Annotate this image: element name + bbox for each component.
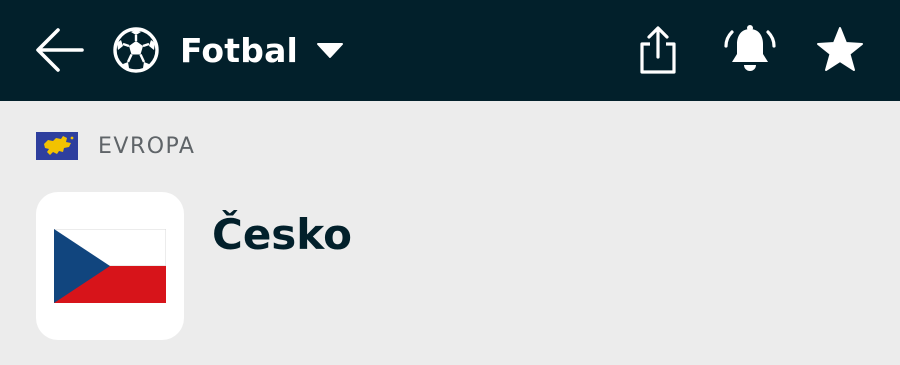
top-navigation-bar: Fotbal <box>0 0 900 101</box>
star-icon <box>817 27 863 71</box>
team-name-title: Česko <box>212 210 352 259</box>
share-button[interactable] <box>632 22 684 78</box>
favorite-star-button[interactable] <box>812 22 868 78</box>
share-icon <box>640 26 676 74</box>
sport-label: Fotbal <box>180 30 299 70</box>
region-label: EVROPA <box>98 133 196 159</box>
europe-flag-icon <box>36 132 78 160</box>
back-button[interactable] <box>34 24 86 76</box>
team-logo <box>36 192 184 340</box>
arrow-left-icon <box>36 28 84 72</box>
bell-ringing-icon <box>724 25 776 71</box>
sport-selector-dropdown[interactable]: Fotbal <box>112 22 344 78</box>
caret-down-icon <box>316 40 344 60</box>
czech-flag-icon <box>54 229 166 303</box>
notification-bell-button[interactable] <box>722 22 778 78</box>
soccer-ball-icon <box>112 26 160 74</box>
region-breadcrumb[interactable]: EVROPA <box>36 130 195 162</box>
